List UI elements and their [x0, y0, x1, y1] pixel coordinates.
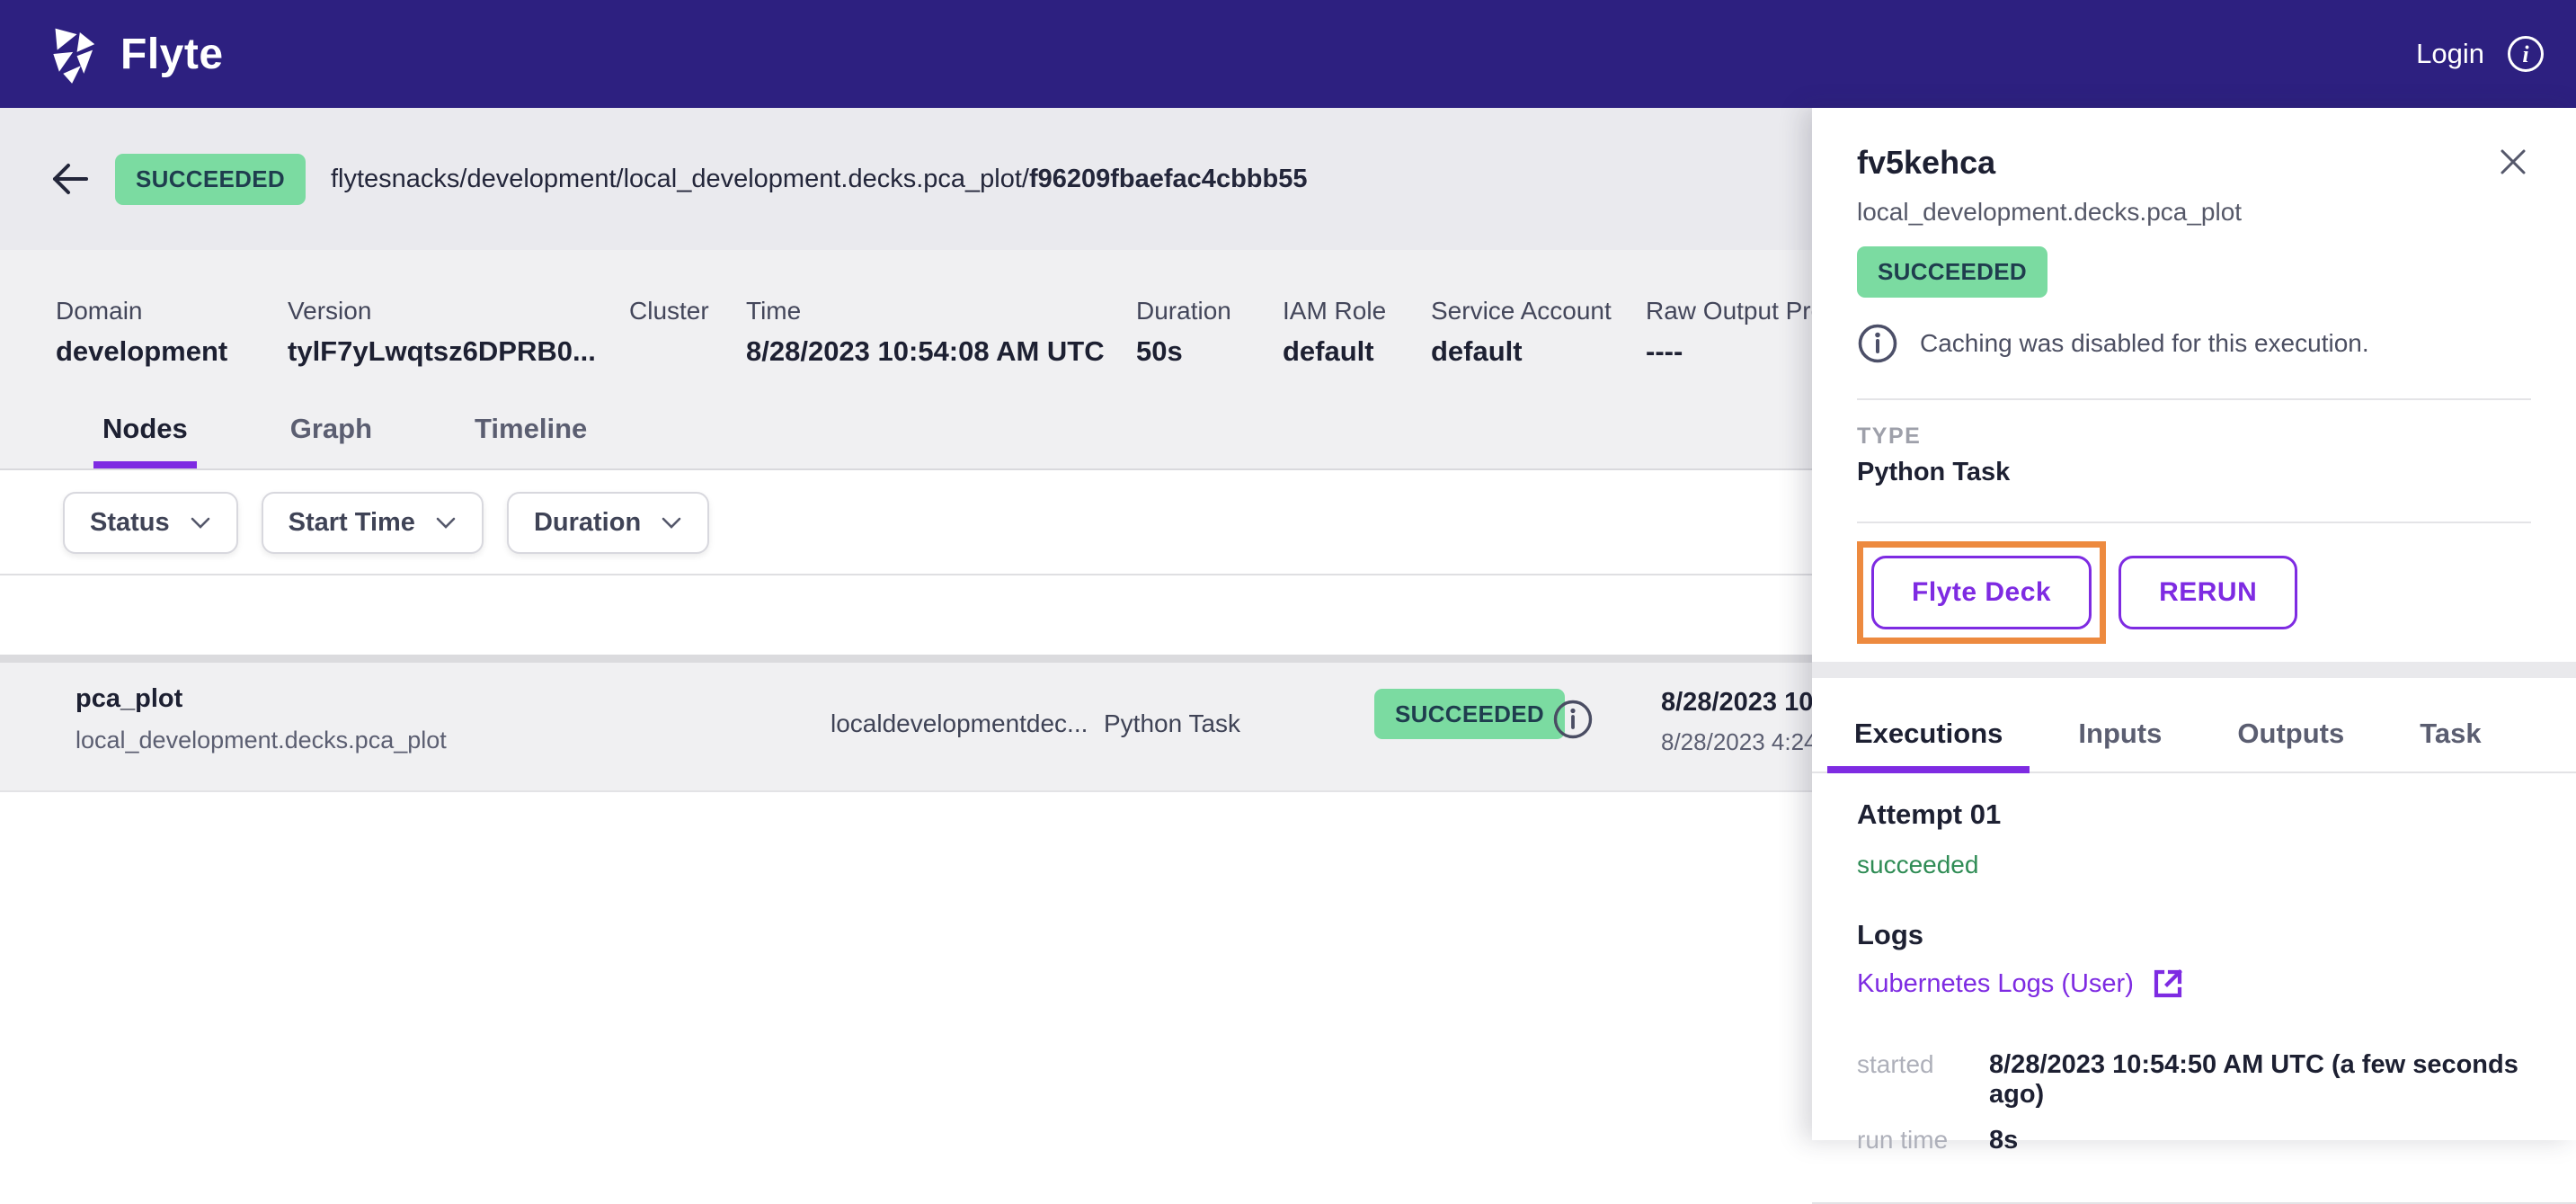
runtime-row: run time 8s	[1857, 1126, 2531, 1155]
breadcrumb[interactable]: flytesnacks/development/local_developmen…	[331, 165, 1308, 194]
runtime-value: 8s	[1989, 1126, 2018, 1155]
tab-graph[interactable]: Graph	[281, 413, 381, 468]
info-icon[interactable]	[1552, 699, 1594, 740]
filter-status[interactable]: Status	[63, 492, 238, 554]
filter-duration[interactable]: Duration	[507, 492, 709, 554]
status-badge: SUCCEEDED	[115, 154, 306, 205]
svg-text:i: i	[2522, 41, 2529, 67]
panel-status-badge: SUCCEEDED	[1857, 246, 2047, 298]
divider	[1857, 522, 2531, 523]
node-launch-plan: localdevelopmentdec...	[831, 709, 1088, 738]
login-button[interactable]: Login	[2416, 38, 2484, 70]
section-divider-band	[1812, 662, 2576, 678]
rerun-button[interactable]: RERUN	[2119, 556, 2297, 629]
kubernetes-logs-link[interactable]: Kubernetes Logs (User)	[1857, 966, 2531, 1002]
node-details-panel: fv5kehca local_development.decks.pca_plo…	[1812, 108, 2576, 1140]
flyte-deck-button[interactable]: Flyte Deck	[1871, 556, 2092, 629]
meta-duration: Duration 50s	[1136, 297, 1283, 368]
divider	[1857, 398, 2531, 400]
view-tabs: Nodes Graph Timeline	[93, 413, 680, 468]
info-icon	[1857, 323, 1898, 364]
meta-cluster: Cluster	[629, 297, 746, 368]
tab-inputs[interactable]: Inputs	[2051, 718, 2189, 773]
node-status-badge: SUCCEEDED	[1374, 700, 1565, 728]
filter-start-time[interactable]: Start Time	[262, 492, 484, 554]
breadcrumb-execution-id: f96209fbaefac4cbbb55	[1029, 165, 1308, 193]
meta-iam-role: IAM Role default	[1283, 297, 1431, 368]
flyte-logo-icon	[40, 22, 102, 85]
node-name-cell[interactable]: pca_plot local_development.decks.pca_plo…	[76, 684, 447, 754]
chevron-down-icon	[190, 516, 211, 530]
caching-note: Caching was disabled for this execution.	[1920, 329, 2369, 358]
node-type: Python Task	[1104, 709, 1240, 738]
chevron-down-icon	[661, 516, 682, 530]
flyte-deck-highlight-box: Flyte Deck	[1857, 541, 2106, 644]
tab-outputs[interactable]: Outputs	[2210, 718, 2371, 773]
attempt-title: Attempt 01	[1857, 798, 2531, 831]
tab-timeline[interactable]: Timeline	[466, 413, 596, 468]
panel-subtitle: local_development.decks.pca_plot	[1857, 198, 2531, 227]
meta-service-account: Service Account default	[1431, 297, 1646, 368]
main-content: SUCCEEDED flytesnacks/development/local_…	[0, 108, 2576, 1140]
panel-tabs: Executions Inputs Outputs Task	[1812, 678, 2576, 773]
close-icon[interactable]	[2495, 144, 2531, 180]
started-value: 8/28/2023 10:54:50 AM UTC (a few seconds…	[1989, 1050, 2531, 1110]
navbar: Flyte Login i	[0, 0, 2576, 108]
meta-domain: Domain development	[56, 297, 288, 368]
panel-title: fv5kehca	[1857, 144, 1995, 182]
started-label: started	[1857, 1050, 1989, 1079]
chevron-down-icon	[435, 516, 457, 530]
attempt-status[interactable]: succeeded	[1857, 851, 2531, 879]
tab-nodes[interactable]: Nodes	[93, 413, 197, 468]
tab-executions[interactable]: Executions	[1827, 718, 2030, 773]
node-id: local_development.decks.pca_plot	[76, 727, 447, 754]
started-row: started 8/28/2023 10:54:50 AM UTC (a few…	[1857, 1050, 2531, 1110]
meta-time: Time 8/28/2023 10:54:08 AM UTC	[746, 297, 1136, 368]
brand-title: Flyte	[120, 30, 224, 79]
type-value: Python Task	[1857, 458, 2531, 487]
info-icon[interactable]: i	[2506, 34, 2545, 74]
runtime-label: run time	[1857, 1126, 1989, 1155]
back-arrow-icon[interactable]	[49, 161, 90, 197]
type-label: TYPE	[1857, 424, 2531, 450]
external-link-icon	[2150, 966, 2186, 1002]
flyte-brand[interactable]: Flyte	[40, 22, 224, 85]
panel-actions: Flyte Deck RERUN	[1857, 541, 2531, 644]
tab-task[interactable]: Task	[2393, 718, 2508, 773]
node-name: pca_plot	[76, 684, 447, 714]
breadcrumb-path: flytesnacks/development/local_developmen…	[331, 165, 1029, 193]
meta-version: Version tylF7yLwqtsz6DPRB0...	[288, 297, 629, 368]
logs-label: Logs	[1857, 919, 2531, 951]
